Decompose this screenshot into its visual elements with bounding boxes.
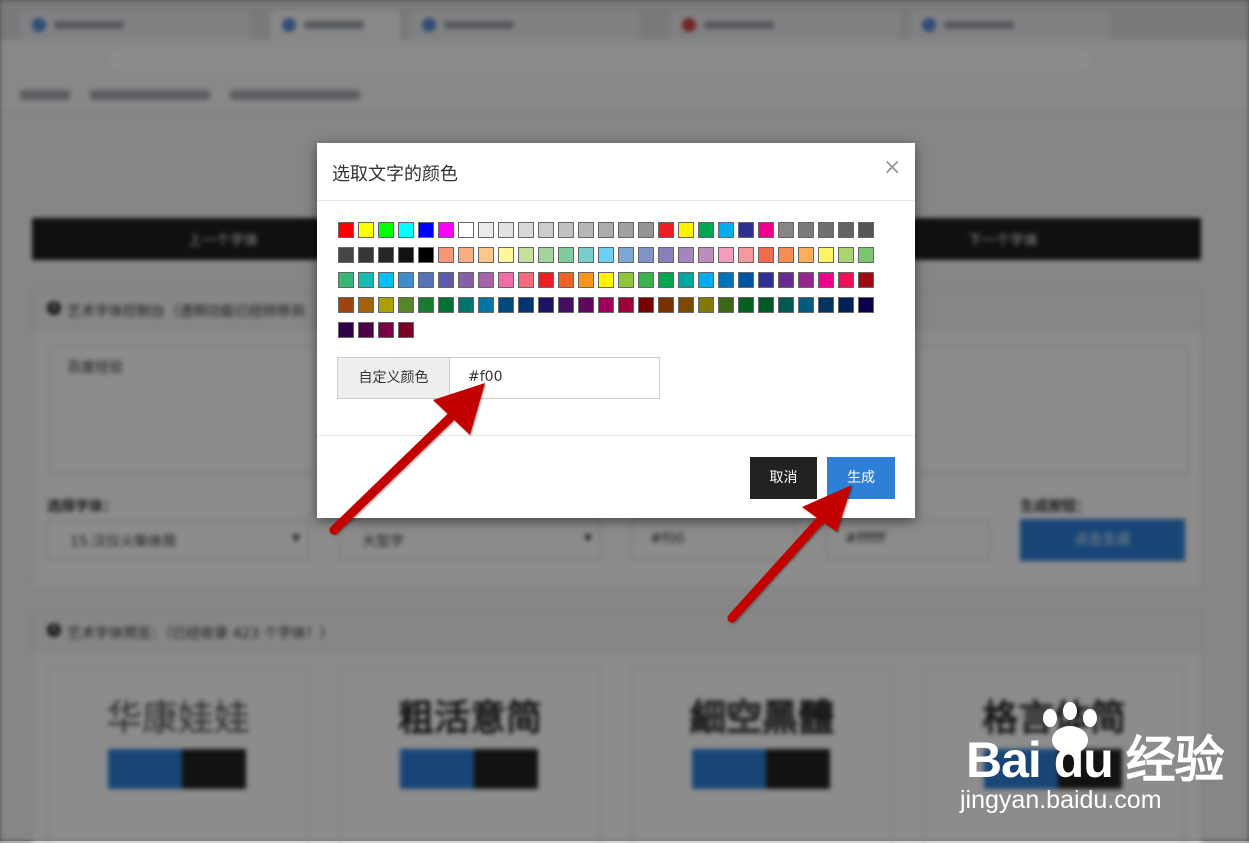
baidu-jingyan-watermark: Bai du 经验 jingyan.baidu.com [958,700,1248,840]
arrow-to-custom-color [329,383,485,535]
watermark-brand: Bai du 经验 [966,732,1225,788]
arrow-to-generate-button [727,485,852,623]
watermark-url: jingyan.baidu.com [960,786,1162,814]
